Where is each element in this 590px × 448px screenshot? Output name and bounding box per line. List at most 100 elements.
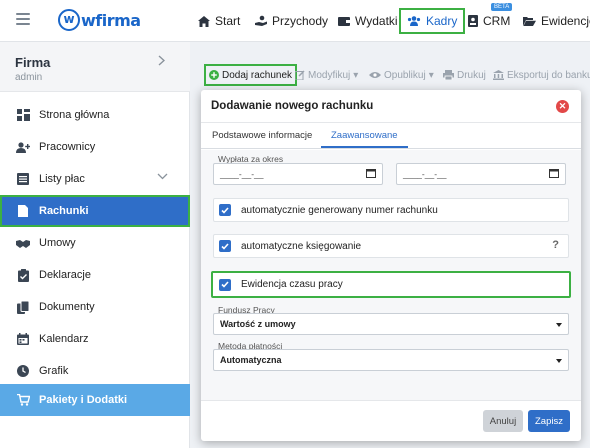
auto-number-label: automatycznie generowany numer rachunku [241,204,438,216]
cancel-button[interactable]: Anuluj [483,410,523,432]
nav-crm[interactable]: CRM [468,10,510,32]
print-icon [443,70,454,80]
sidebar-item-label: Umowy [39,237,76,249]
nav-wydatki-label: Wydatki [355,14,398,28]
sidebar-item-umowy[interactable]: Umowy [0,227,190,259]
sidebar-item-dokumenty[interactable]: Dokumenty [0,291,190,323]
payment-method-select[interactable]: Automatyczna [213,349,569,371]
wallet-icon [338,16,350,26]
logo[interactable]: w wfirma [58,9,141,31]
nav-przychody-label: Przychody [272,14,329,28]
payment-method-value: Automatyczna [220,355,282,365]
calendar-icon[interactable] [549,168,559,180]
logo-mark-icon: w [58,9,80,31]
export-bank-label: Eksportuj do banku [507,69,590,81]
print-button[interactable]: Drukuj [443,66,486,84]
nav-start-label: Start [215,14,241,28]
chevron-right-icon [158,55,166,69]
edit-label: Modyfikuj [308,69,351,81]
sidebar-item-pracownicy[interactable]: Pracownicy [0,131,190,163]
nav-kadry[interactable]: Kadry [399,8,466,34]
new-invoice-dialog: Dodawanie nowego rachunku ✕ Podstawowe i… [201,90,581,441]
contact-card-icon [468,15,478,27]
tab-basic-info[interactable]: Podstawowe informacje [212,130,312,141]
date-from-field[interactable]: ____-__-__ [213,163,383,185]
sidebar-item-label: Strona główna [39,109,110,121]
time-tracking-checkbox-row[interactable]: Ewidencja czasu pracy [211,271,571,298]
export-bank-button[interactable]: Eksportuj do banku [493,66,590,84]
edit-button[interactable]: Modyfikuj ▾ [295,66,358,84]
sidebar-item-pakiety-i-dodatki[interactable]: Pakiety i Dodatki [0,384,190,416]
dialog-header: Dodawanie nowego rachunku ✕ [201,90,581,123]
folder-open-icon [523,16,536,26]
nav-start[interactable]: Start [198,10,240,32]
tab-advanced[interactable]: Zaawansowane [321,130,408,148]
nav-ewidencje-label: Ewidencje [541,14,590,28]
sidebar-item-deklaracje[interactable]: Deklaracje [0,259,190,291]
auto-booking-checkbox-row[interactable]: automatyczne księgowanie ? [213,234,569,258]
sidebar-item-grafik[interactable]: Grafik [0,355,190,387]
close-icon[interactable]: ✕ [556,100,569,113]
checkbox-checked-icon[interactable] [219,240,231,252]
company-name: Firma [15,55,51,70]
labor-fund-value: Wartość z umowy [220,319,296,329]
hamburger-menu-icon[interactable] [16,13,30,25]
user-plus-icon [15,139,31,155]
nav-crm-label: CRM [483,14,511,28]
print-label: Drukuj [457,69,486,81]
time-tracking-label: Ewidencja czasu pracy [241,279,343,290]
chevron-down-icon [157,171,168,183]
bank-icon [493,70,504,80]
date-to-placeholder: ____-__-__ [403,169,447,179]
date-from-placeholder: ____-__-__ [220,169,264,179]
caret-down-icon [556,359,562,363]
handshake-icon [15,235,31,251]
add-invoice-button[interactable]: Dodaj rachunek [204,64,298,86]
plus-circle-icon [209,70,219,80]
checkbox-checked-icon[interactable] [219,204,231,216]
caret-down-icon: ▾ [428,69,434,81]
save-button[interactable]: Zapisz [528,410,570,432]
company-switcher[interactable]: Firma admin [0,42,190,92]
nav-ewidencje[interactable]: Ewidencje [523,10,590,32]
sidebar-item-strona-glowna[interactable]: Strona główna [0,99,190,131]
sidebar-item-label: Kalendarz [39,333,89,345]
caret-down-icon: ▾ [353,69,359,81]
sidebar-item-label: Rachunki [39,205,89,217]
labor-fund-select[interactable]: Wartość z umowy [213,313,569,335]
copy-icon [15,299,31,315]
eye-icon [369,71,381,79]
sidebar-item-label: Pakiety i Dodatki [39,394,128,406]
publish-button[interactable]: Opublikuj ▾ [369,66,434,84]
auto-number-checkbox-row[interactable]: automatycznie generowany numer rachunku [213,198,569,222]
nav-przychody[interactable]: Przychody [255,10,328,32]
sidebar-item-label: Pracownicy [39,141,96,153]
top-bar: w wfirma Start Przychody Wydatki Kadry C… [0,0,590,42]
nav-wydatki[interactable]: Wydatki [338,10,398,32]
sidebar-item-label: Listy płac [39,173,85,185]
dashboard-icon [15,107,31,123]
company-role: admin [15,72,43,83]
sidebar-item-listy-plac[interactable]: Listy płac [0,163,190,195]
sidebar-item-label: Deklaracje [39,269,91,281]
dialog-tabs: Podstawowe informacje Zaawansowane [201,123,581,149]
calendar-icon[interactable] [366,168,376,180]
sidebar-item-kalendarz[interactable]: Kalendarz [0,323,190,355]
edit-icon [295,70,305,80]
nav-kadry-label: Kadry [426,14,458,28]
list-icon [15,171,31,187]
sidebar-item-label: Dokumenty [39,301,95,313]
calendar-icon [15,331,31,347]
help-icon[interactable]: ? [552,239,559,251]
date-to-field[interactable]: ____-__-__ [396,163,566,185]
dialog-footer: Anuluj Zapisz [201,400,581,441]
document-icon [15,203,31,219]
caret-down-icon [556,323,562,327]
checkbox-checked-icon[interactable] [219,278,231,291]
clock-icon [15,363,31,379]
sidebar-item-rachunki[interactable]: Rachunki [0,195,190,227]
cart-icon [15,392,31,408]
home-icon [198,15,210,27]
beta-badge: BETA [491,3,513,11]
publish-label: Opublikuj [384,69,426,81]
